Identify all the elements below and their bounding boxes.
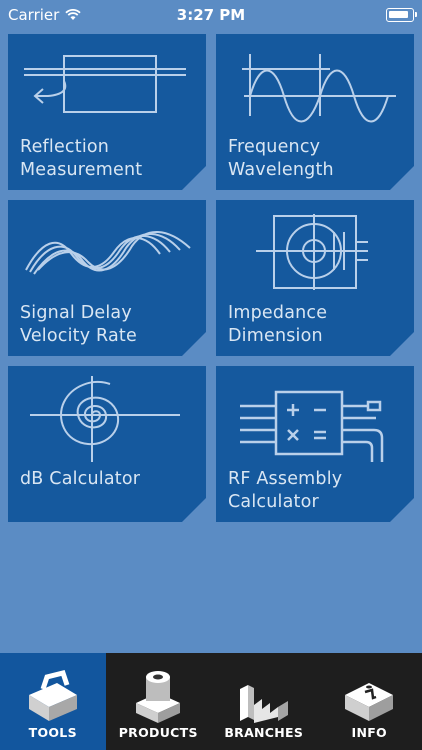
tool-label: Reflection Measurement [20, 137, 143, 180]
tab-info[interactable]: INFO [317, 653, 422, 750]
toolbox-icon [28, 670, 77, 721]
tab-label: TOOLS [28, 725, 77, 740]
tool-db-calculator[interactable]: dB Calculator [8, 366, 206, 522]
connector-icon [136, 671, 181, 723]
signal-waves-icon [8, 200, 206, 300]
status-bar: Carrier 3:27 PM [0, 0, 422, 30]
tab-bar: TOOLS PRODUCTS BRANCHES INFO [0, 653, 422, 750]
clock: 3:27 PM [176, 6, 246, 24]
tool-frequency-wavelength[interactable]: Frequency Wavelength [216, 34, 414, 190]
tab-branches[interactable]: BRANCHES [211, 653, 317, 750]
tool-label: Signal Delay Velocity Rate [20, 303, 137, 346]
spiral-icon [8, 366, 206, 466]
calculator-cable-icon [216, 366, 414, 466]
tab-products[interactable]: PRODUCTS [106, 653, 212, 750]
tab-tools[interactable]: TOOLS [0, 653, 106, 750]
tools-grid: Reflection Measurement Frequency Wavelen… [8, 34, 414, 522]
tool-label: RF Assembly Calculator [228, 469, 343, 512]
tool-label: dB Calculator [20, 469, 141, 489]
coax-crosssection-icon [216, 200, 414, 300]
tab-label: PRODUCTS [118, 725, 198, 740]
tool-rf-assembly-calculator[interactable]: RF Assembly Calculator [216, 366, 414, 522]
battery-icon [386, 8, 417, 22]
info-icon [345, 683, 394, 721]
sine-wave-icon [216, 34, 414, 134]
reflection-icon [8, 34, 206, 134]
tab-label: BRANCHES [224, 725, 304, 740]
tool-label: Impedance Dimension [228, 303, 328, 346]
tab-label: INFO [351, 725, 387, 740]
factory-icon [239, 685, 288, 723]
tool-impedance-dimension[interactable]: Impedance Dimension [216, 200, 414, 356]
tool-reflection-measurement[interactable]: Reflection Measurement [8, 34, 206, 190]
tool-signal-delay-velocity-rate[interactable]: Signal Delay Velocity Rate [8, 200, 206, 356]
tool-label: Frequency Wavelength [228, 137, 334, 180]
